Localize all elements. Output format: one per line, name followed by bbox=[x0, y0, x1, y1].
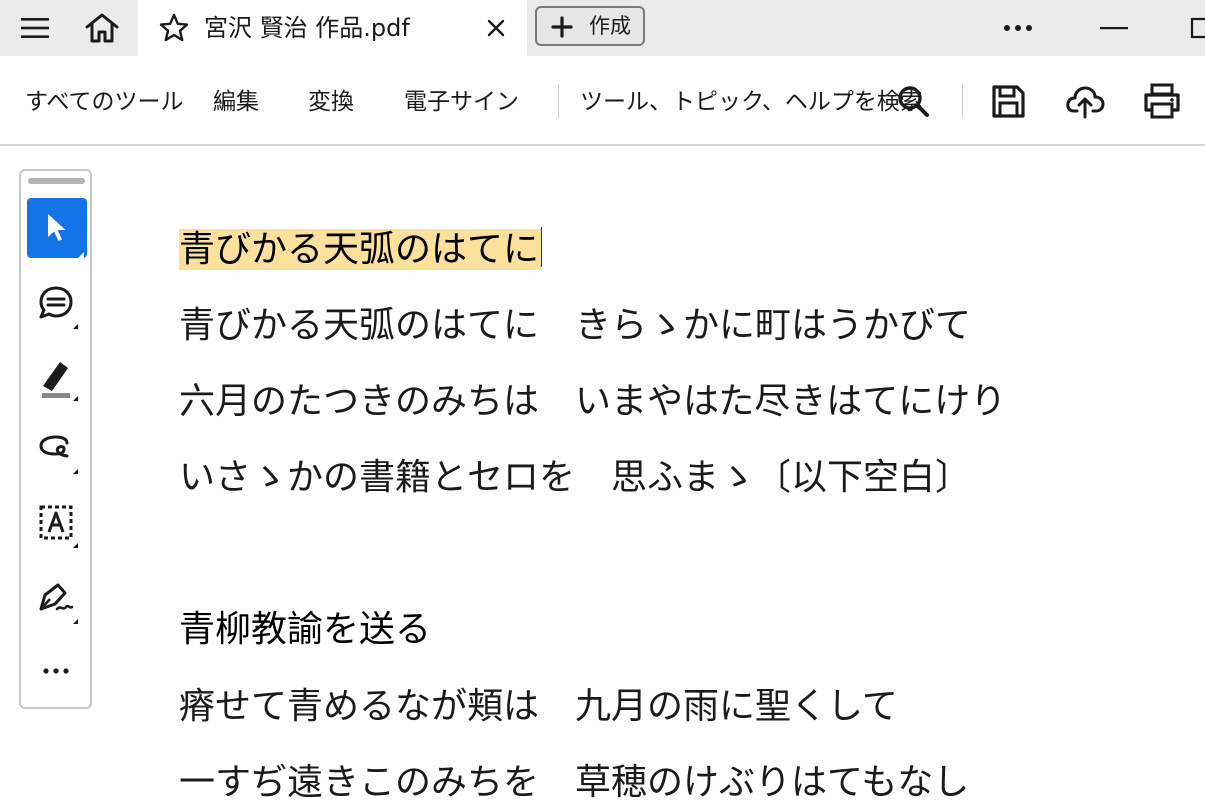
highlight-tool[interactable] bbox=[27, 346, 87, 406]
text-box-icon bbox=[39, 505, 78, 548]
e-sign-link[interactable]: 電子サイン bbox=[404, 86, 519, 118]
poem-line[interactable]: 六月のたつきのみちは いまやはた尽きはてにけり bbox=[179, 374, 1006, 430]
poem-line[interactable]: 一すぢ遠きこのみちを 草穂のけぶりはてもなし bbox=[179, 755, 969, 811]
minimize-icon bbox=[1100, 27, 1128, 30]
sign-tool[interactable] bbox=[27, 569, 87, 629]
select-tool[interactable] bbox=[27, 198, 87, 258]
more-horizontal-icon bbox=[43, 668, 69, 674]
maximize-button[interactable] bbox=[1182, 0, 1205, 56]
more-horizontal-icon bbox=[1004, 25, 1032, 31]
home-button[interactable] bbox=[70, 0, 134, 56]
convert-link[interactable]: 変換 bbox=[308, 86, 354, 118]
hamburger-menu-button[interactable] bbox=[0, 0, 70, 56]
edit-link[interactable]: 編集 bbox=[213, 86, 259, 118]
minimize-button[interactable] bbox=[1086, 0, 1142, 56]
text-box-tool[interactable] bbox=[27, 493, 87, 553]
save-icon[interactable] bbox=[988, 81, 1028, 121]
maximize-icon bbox=[1190, 17, 1205, 39]
all-tools-link[interactable]: すべてのツール bbox=[25, 86, 183, 118]
panel-drag-handle[interactable] bbox=[28, 178, 85, 184]
comment-icon bbox=[39, 286, 78, 329]
title-bar: 宮沢 賢治 作品.pdf 作成 bbox=[0, 0, 1205, 56]
poem-title[interactable]: 青びかる天弧のはてに bbox=[179, 222, 543, 278]
highlighter-icon bbox=[42, 362, 78, 401]
toolbar-divider bbox=[962, 84, 963, 118]
hamburger-menu-icon bbox=[21, 18, 49, 38]
poem-title-2[interactable]: 青柳教諭を送る bbox=[179, 602, 431, 658]
search-icon[interactable] bbox=[893, 81, 933, 121]
create-button-label: 作成 bbox=[589, 14, 631, 38]
cloud-upload-icon[interactable] bbox=[1065, 81, 1105, 121]
toolbar-divider bbox=[558, 84, 559, 118]
highlighted-text[interactable]: 青びかる天弧のはてに bbox=[179, 229, 542, 270]
create-button[interactable]: 作成 bbox=[535, 6, 645, 46]
more-tools-button[interactable] bbox=[27, 641, 87, 701]
home-icon bbox=[85, 13, 119, 43]
star-icon[interactable] bbox=[158, 12, 190, 44]
cursor-icon bbox=[48, 214, 84, 258]
tab-title: 宮沢 賢治 作品.pdf bbox=[204, 14, 410, 42]
quick-tools-panel bbox=[19, 169, 92, 709]
plus-icon bbox=[551, 16, 573, 38]
text-cursor bbox=[541, 227, 543, 267]
draw-tool[interactable] bbox=[27, 419, 87, 479]
close-icon[interactable] bbox=[484, 16, 508, 40]
comment-tool[interactable] bbox=[27, 274, 87, 334]
more-options-button[interactable] bbox=[990, 0, 1046, 56]
poem-line[interactable]: 瘠せて青めるなが頬は 九月の雨に聖くして bbox=[179, 679, 898, 735]
main-toolbar: すべてのツール 編集 変換 電子サイン ツール、トピック、ヘルプを検索 bbox=[0, 56, 1205, 146]
signature-pen-icon bbox=[39, 583, 78, 624]
poem-line[interactable]: 青びかる天弧のはてに きらゝかに町はうかびて bbox=[179, 298, 971, 354]
document-tab[interactable]: 宮沢 賢治 作品.pdf bbox=[138, 0, 527, 56]
search-field-label[interactable]: ツール、トピック、ヘルプを検索 bbox=[580, 86, 923, 118]
print-icon[interactable] bbox=[1142, 81, 1182, 121]
freehand-draw-icon bbox=[39, 435, 78, 474]
poem-line[interactable]: いさゝかの書籍とセロを 思ふまゝ〔以下空白〕 bbox=[179, 450, 971, 506]
